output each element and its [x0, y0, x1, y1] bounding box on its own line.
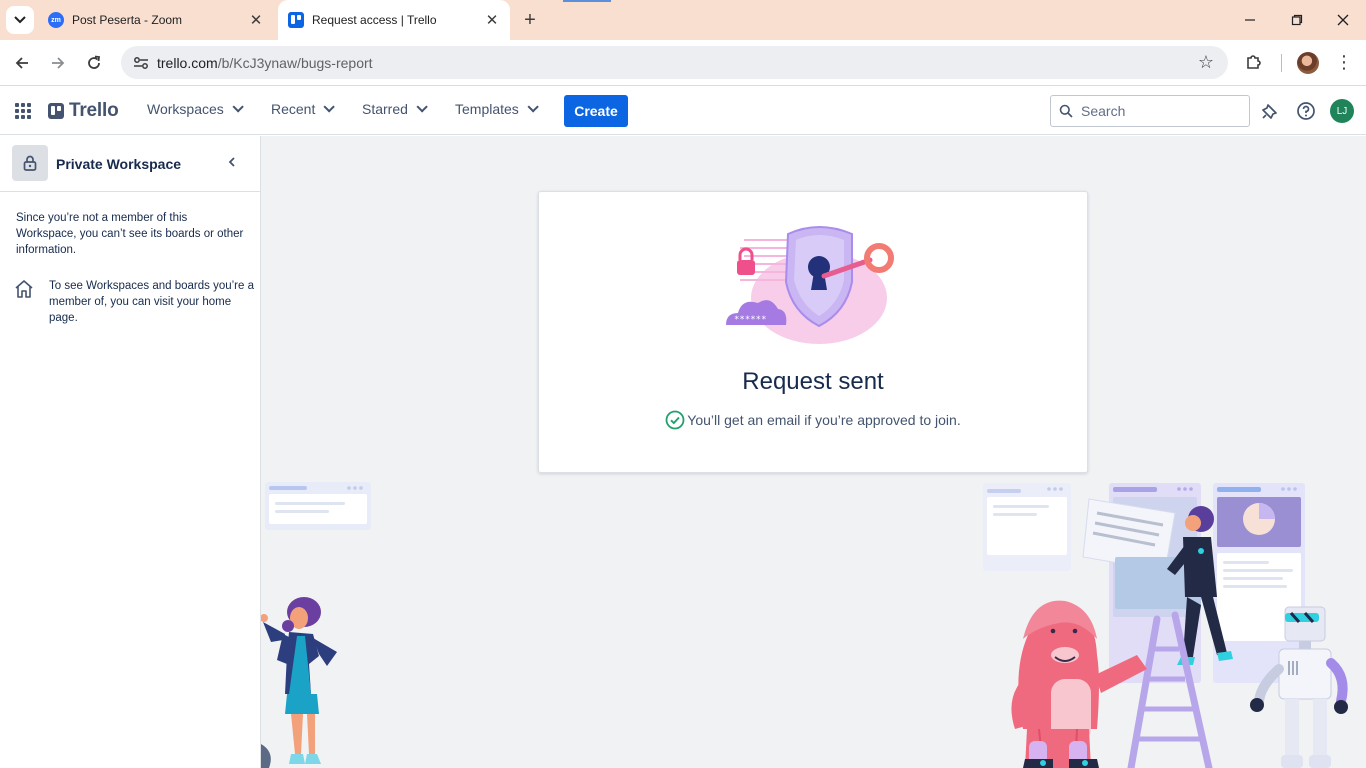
notifications-icon[interactable] [1259, 100, 1281, 122]
card-subtitle-row: You’ll get an email if you’re approved t… [539, 410, 1087, 430]
lock-icon [12, 145, 48, 181]
search-icon [1059, 104, 1073, 118]
browser-tab-strip: zm Post Peserta - Zoom ✕ Request access … [0, 0, 1366, 40]
menu-label: Starred [362, 101, 408, 117]
request-sent-card: ****** Request sent You’ll get an email … [538, 191, 1088, 473]
user-avatar[interactable]: LJ [1330, 99, 1354, 123]
menu-label: Workspaces [147, 101, 224, 117]
chevron-down-icon [527, 101, 539, 113]
forward-icon[interactable] [44, 49, 72, 77]
menu-workspaces[interactable]: Workspaces [147, 101, 244, 117]
home-icon [14, 279, 34, 304]
close-window-icon[interactable] [1327, 6, 1359, 34]
password-mask-text: ****** [734, 315, 767, 325]
back-icon[interactable] [8, 49, 36, 77]
menu-starred[interactable]: Starred [362, 101, 428, 117]
workspace-sidebar: Private Workspace Since you’re not a mem… [0, 136, 261, 768]
app-switcher-icon[interactable] [15, 103, 31, 119]
browser-toolbar: trello.com/b/KcJ3ynaw/bugs-report ☆ [0, 40, 1366, 86]
card-subtitle: You’ll get an email if you’re approved t… [687, 412, 961, 428]
woman-illustration [261, 597, 337, 768]
help-icon[interactable] [1295, 100, 1317, 122]
browser-tab-zoom[interactable]: zm Post Peserta - Zoom ✕ [40, 0, 274, 40]
menu-label: Recent [271, 101, 316, 117]
tab-search-chevron-icon[interactable] [6, 6, 34, 34]
tab-title: Request access | Trello [312, 13, 437, 27]
trello-logo-text: Trello [69, 100, 119, 121]
restore-icon[interactable] [1281, 6, 1313, 34]
trello-header: Trello Workspaces Recent Starred Templat… [0, 87, 1366, 135]
home-page-message: To see Workspaces and boards you’re a me… [49, 280, 254, 324]
url-path: /b/KcJ3ynaw/bugs-report [217, 54, 373, 71]
browser-profile-avatar[interactable] [1297, 52, 1319, 74]
minimize-icon[interactable] [1234, 6, 1266, 34]
toolbar-divider [1281, 54, 1282, 72]
board-card-illustration [265, 482, 371, 530]
chevron-down-icon [323, 101, 336, 113]
create-button[interactable]: Create [564, 95, 628, 127]
reload-icon[interactable] [80, 49, 108, 77]
workspace-name: Private Workspace [56, 156, 182, 172]
check-circle-icon [665, 410, 685, 430]
menu-label: Templates [455, 101, 519, 117]
security-illustration: ****** [726, 226, 894, 344]
team-illustration [983, 483, 1348, 768]
card-title: Request sent [742, 368, 884, 395]
extensions-icon[interactable] [1242, 50, 1266, 74]
not-member-message: Since you’re not a member of this Worksp… [16, 212, 244, 256]
url-host: trello.com [157, 54, 218, 71]
kebab-menu-icon[interactable]: ⋮ [1334, 50, 1354, 74]
menu-recent[interactable]: Recent [271, 101, 336, 117]
trello-icon [288, 12, 304, 28]
search-input[interactable] [1081, 103, 1231, 119]
workspace-header: Private Workspace [0, 136, 260, 192]
star-icon[interactable]: ☆ [1198, 52, 1214, 73]
chevron-down-icon [232, 101, 244, 113]
tab-title: Post Peserta - Zoom [72, 13, 183, 27]
chevron-down-icon [416, 101, 428, 113]
address-bar[interactable]: trello.com/b/KcJ3ynaw/bugs-report ☆ [121, 46, 1228, 79]
url-text: trello.com/b/KcJ3ynaw/bugs-report [157, 55, 373, 71]
browser-tab-trello[interactable]: Request access | Trello ✕ [278, 0, 510, 40]
tab-loading-indicator [563, 0, 611, 2]
zoom-icon: zm [48, 12, 64, 28]
trello-logo-icon [48, 103, 64, 119]
site-info-icon[interactable] [127, 56, 155, 70]
main-content: ****** Request sent You’ll get an email … [261, 136, 1366, 768]
new-tab-icon[interactable]: + [518, 8, 542, 32]
menu-templates[interactable]: Templates [455, 101, 539, 117]
close-tab-icon[interactable]: ✕ [480, 8, 504, 32]
search-box[interactable] [1050, 95, 1250, 127]
trello-logo[interactable]: Trello [48, 100, 119, 122]
collapse-sidebar-icon[interactable] [224, 154, 240, 170]
close-tab-icon[interactable]: ✕ [244, 8, 268, 32]
